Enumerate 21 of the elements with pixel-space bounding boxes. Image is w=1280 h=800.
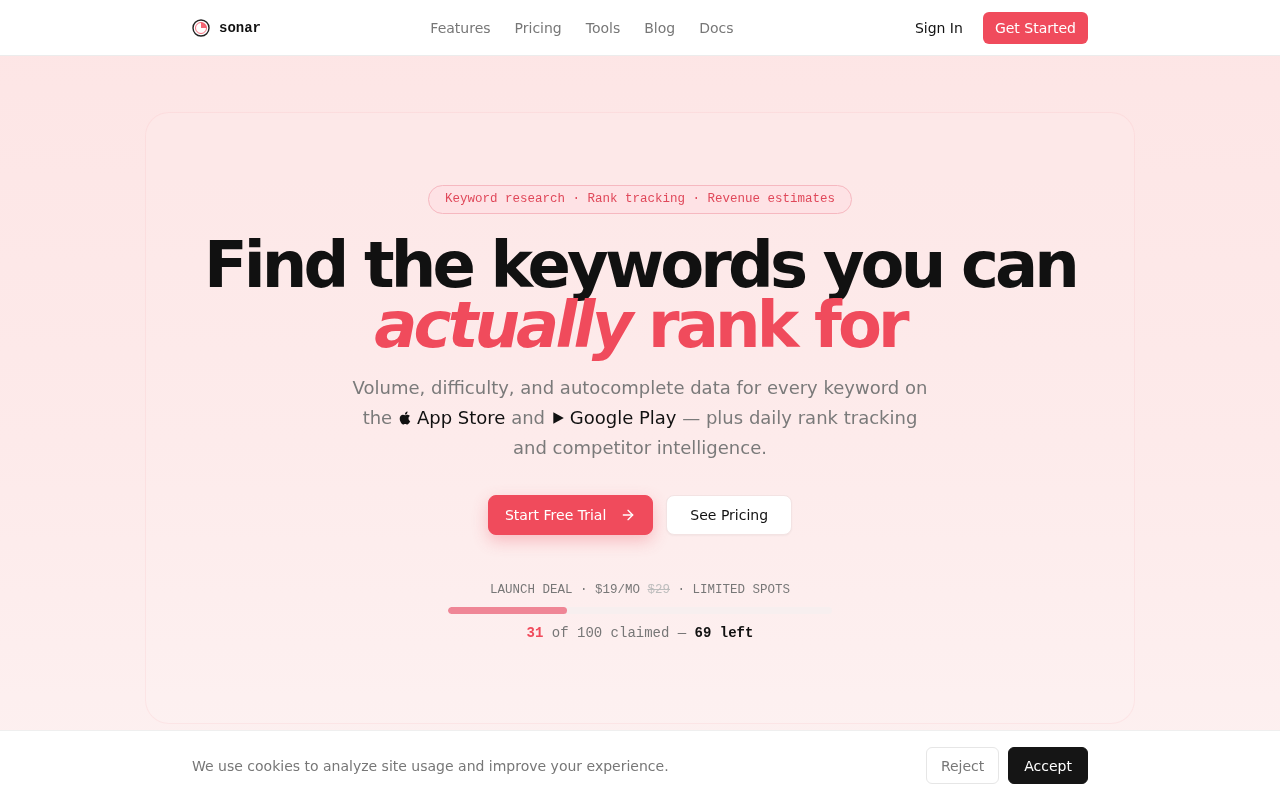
hero-subtitle: Volume, difficulty, and autocomplete data for every keyword on the App Store and Google Play — plus daily rank tracking and competitor intelligence. bbox=[351, 376, 929, 460]
sign-in-link[interactable]: Sign In bbox=[914, 19, 963, 36]
nav-link[interactable]: Tools bbox=[585, 19, 621, 36]
get-started-button[interactable]: Get Started bbox=[982, 11, 1088, 44]
hero-headline: Find the keywords you can actually rank for bbox=[203, 235, 1077, 364]
feature-tag: Keyword research · Rank tracking · Revenue estimates bbox=[427, 185, 853, 214]
see-pricing-button[interactable]: See Pricing bbox=[666, 495, 793, 535]
deal-text: LAUNCH DEAL · $19/MO $29 · LIMITED SPOTS bbox=[489, 582, 791, 598]
nav-link[interactable]: Pricing bbox=[514, 19, 562, 36]
accept-button[interactable]: Accept bbox=[1008, 747, 1088, 784]
reject-button[interactable]: Reject bbox=[925, 747, 1000, 784]
claimed-count-text: 31 of 100 claimed — 69 left bbox=[526, 624, 754, 642]
nav-link[interactable]: Docs bbox=[699, 19, 734, 36]
logo-icon bbox=[192, 18, 210, 37]
logo-link[interactable]: sonar bbox=[192, 18, 261, 37]
nav-link[interactable]: Features bbox=[430, 19, 491, 36]
start-trial-button[interactable]: Start Free Trial bbox=[487, 495, 654, 535]
play-icon bbox=[550, 411, 565, 425]
apple-icon bbox=[397, 411, 412, 425]
cookie-message: We use cookies to analyze site usage and improve your experience. bbox=[192, 757, 669, 774]
nav-link[interactable]: Blog bbox=[644, 19, 676, 36]
